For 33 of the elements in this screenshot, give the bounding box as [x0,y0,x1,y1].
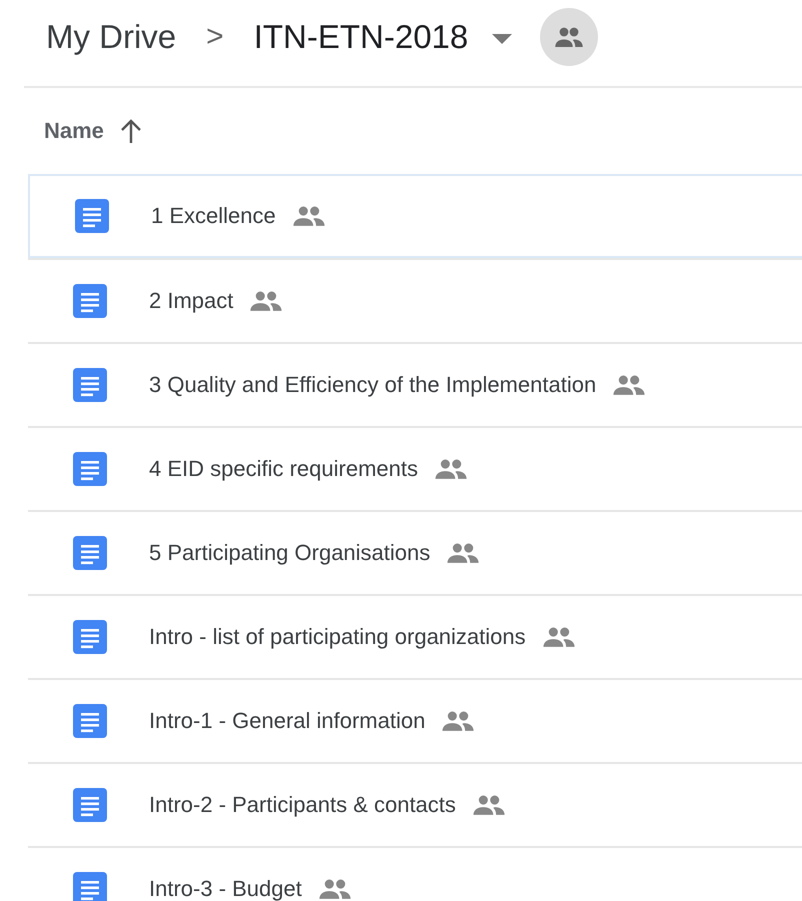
file-name: Intro - list of participating organizations [149,624,526,650]
document-icon [73,452,107,486]
document-icon [75,199,109,233]
breadcrumb-link[interactable]: My Drive [46,18,176,56]
breadcrumb-separator: > [206,20,224,54]
file-row[interactable]: Intro-1 - General information [28,678,802,762]
file-name: Intro-1 - General information [149,708,426,734]
file-row[interactable]: Intro - list of participating organizations [28,594,802,678]
document-icon [73,536,107,570]
file-row[interactable]: 2 Impact [28,258,802,342]
file-name: 1 Excellence [151,203,276,229]
file-name: Intro-2 - Participants & contacts [149,792,456,818]
file-name: 3 Quality and Efficiency of the Implementation [149,372,596,398]
folder-title[interactable]: ITN-ETN-2018 [254,18,468,56]
file-name: Intro-3 - Budget [149,876,302,901]
file-row[interactable]: Intro-3 - Budget [28,846,802,901]
caret-icon[interactable] [492,34,512,44]
column-header[interactable]: Name [44,118,104,144]
sort-up-arrow-icon[interactable] [120,119,142,143]
file-row[interactable]: 4 EID specific requirements [28,426,802,510]
file-name: 2 Impact [149,288,234,314]
document-icon [73,620,107,654]
file-row[interactable]: 3 Quality and Efficiency of the Implementation [28,342,802,426]
file-name: 4 EID specific requirements [149,456,418,482]
file-row[interactable]: 5 Participating Organisations [28,510,802,594]
people-icon [554,27,584,47]
file-row[interactable]: 1 Excellence [28,174,802,258]
file-name: 5 Participating Organisations [149,540,430,566]
file-row[interactable]: Intro-2 - Participants & contacts [28,762,802,846]
document-icon [73,704,107,738]
document-icon [73,788,107,822]
document-icon [73,284,107,318]
document-icon [73,368,107,402]
